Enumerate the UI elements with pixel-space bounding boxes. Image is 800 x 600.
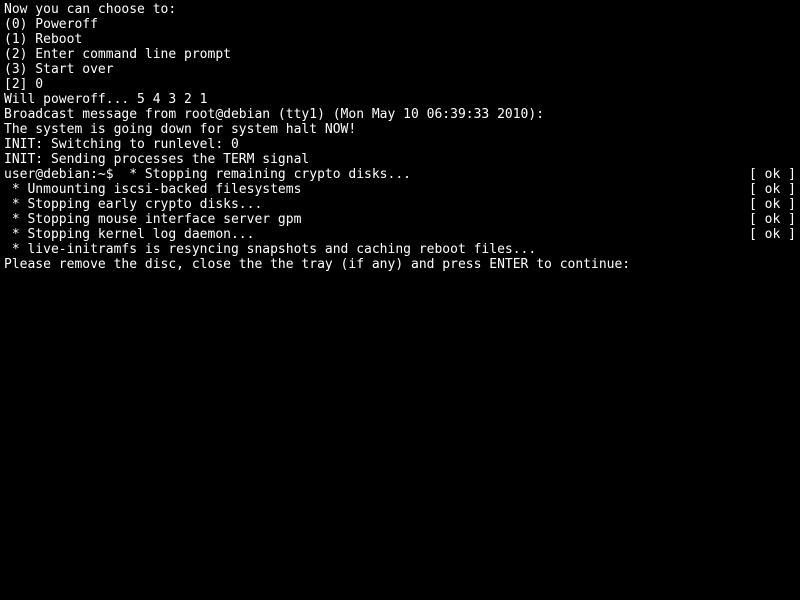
service-text: * Stopping kernel log daemon...: [4, 227, 254, 242]
menu-option-2: (2) Enter command line prompt: [4, 47, 796, 62]
service-line: * Stopping kernel log daemon... [ ok ]: [4, 227, 796, 242]
service-line: * Stopping mouse interface server gpm [ …: [4, 212, 796, 227]
service-status-ok: [ ok ]: [749, 197, 796, 212]
poweroff-countdown: Will poweroff... 5 4 3 2 1: [4, 92, 796, 107]
service-status-ok: [ ok ]: [749, 182, 796, 197]
menu-option-0: (0) Poweroff: [4, 17, 796, 32]
resync-message: * live-initramfs is resyncing snapshots …: [4, 242, 796, 257]
init-term-signal: INIT: Sending processes the TERM signal: [4, 152, 796, 167]
broadcast-message: Broadcast message from root@debian (tty1…: [4, 107, 796, 122]
service-text: * Unmounting iscsi-backed filesystems: [4, 182, 301, 197]
service-status-ok: [ ok ]: [749, 227, 796, 242]
menu-input-prompt[interactable]: [2] 0: [4, 77, 796, 92]
service-text: user@debian:~$ * Stopping remaining cryp…: [4, 167, 411, 182]
service-text: * Stopping mouse interface server gpm: [4, 212, 301, 227]
service-status-ok: [ ok ]: [749, 167, 796, 182]
halt-message: The system is going down for system halt…: [4, 122, 796, 137]
service-status-ok: [ ok ]: [749, 212, 796, 227]
service-text: * Stopping early crypto disks...: [4, 197, 262, 212]
service-line: * Stopping early crypto disks... [ ok ]: [4, 197, 796, 212]
menu-option-1: (1) Reboot: [4, 32, 796, 47]
menu-option-3: (3) Start over: [4, 62, 796, 77]
enter-prompt[interactable]: Please remove the disc, close the the tr…: [4, 257, 796, 272]
service-line: user@debian:~$ * Stopping remaining cryp…: [4, 167, 796, 182]
init-runlevel: INIT: Switching to runlevel: 0: [4, 137, 796, 152]
menu-header: Now you can choose to:: [4, 2, 796, 17]
service-line: * Unmounting iscsi-backed filesystems [ …: [4, 182, 796, 197]
